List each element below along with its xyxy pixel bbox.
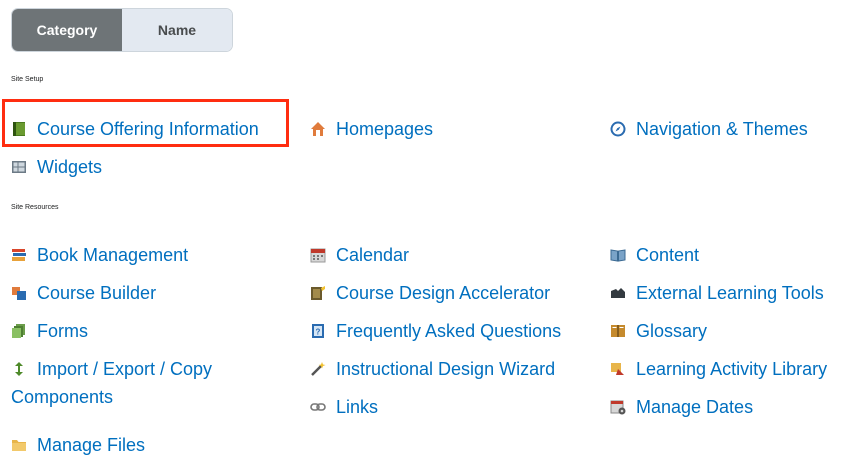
tool-label: Course Builder <box>37 283 157 303</box>
tool-label: Manage Dates <box>636 397 754 417</box>
tool-label: Glossary <box>636 321 708 341</box>
puzzle-icon <box>610 279 626 307</box>
tool-book-management[interactable]: Book Management <box>11 241 188 269</box>
tool-instructional-design-wizard[interactable]: Instructional Design Wizard <box>310 355 555 383</box>
widget-grid-icon <box>11 153 27 181</box>
tool-label: Frequently Asked Questions <box>336 321 562 341</box>
tool-external-learning-tools[interactable]: External Learning Tools <box>610 279 824 307</box>
tool-label: Book Management <box>37 245 189 265</box>
tool-homepages[interactable]: Homepages <box>310 115 433 143</box>
import-export-icon <box>11 355 27 383</box>
tool-label: Course Design Accelerator <box>336 283 551 303</box>
tool-label: Navigation & Themes <box>636 119 808 139</box>
tool-import-export-copy-components-line2[interactable]: Components <box>11 383 113 411</box>
tool-label: Forms <box>37 321 88 341</box>
tool-label: Widgets <box>37 157 103 177</box>
tool-manage-dates[interactable]: Manage Dates <box>610 393 753 421</box>
library-icon <box>610 355 626 383</box>
svg-text:?: ? <box>316 328 321 337</box>
section-title-site-setup: Site Setup <box>11 76 44 83</box>
tool-frequently-asked-questions[interactable]: ? Frequently Asked Questions <box>310 317 561 345</box>
house-icon <box>310 115 326 143</box>
section-title-site-resources: Site Resources <box>11 204 59 211</box>
tool-label: Learning Activity Library <box>636 359 828 379</box>
manage-dates-icon <box>610 393 626 421</box>
tool-label: Homepages <box>336 119 434 139</box>
tool-learning-activity-library[interactable]: Learning Activity Library <box>610 355 827 383</box>
tool-label: External Learning Tools <box>636 283 824 303</box>
tool-course-builder[interactable]: Course Builder <box>11 279 156 307</box>
faq-icon: ? <box>310 317 326 345</box>
tool-content[interactable]: Content <box>610 241 699 269</box>
glossary-icon <box>610 317 626 345</box>
tool-label: Calendar <box>336 245 410 265</box>
view-toggle: Category Name <box>11 8 233 52</box>
cubes-icon <box>11 279 27 307</box>
category-toggle-button[interactable]: Category <box>12 9 122 51</box>
tool-course-design-accelerator[interactable]: Course Design Accelerator <box>310 279 550 307</box>
tool-navigation-themes[interactable]: Navigation & Themes <box>610 115 808 143</box>
name-toggle-button[interactable]: Name <box>122 9 232 51</box>
compass-icon <box>610 115 626 143</box>
forms-icon <box>11 317 27 345</box>
tool-label: Links <box>336 397 379 417</box>
tool-course-offering-information[interactable]: Course Offering Information <box>11 115 259 143</box>
magic-wand-icon <box>310 355 326 383</box>
notebook-pencil-icon <box>310 279 326 307</box>
tool-import-export-copy-components[interactable]: Import / Export / Copy <box>11 355 212 383</box>
green-book-icon <box>11 115 27 143</box>
calendar-icon <box>310 241 326 269</box>
open-book-icon <box>610 241 626 269</box>
books-icon <box>11 241 27 269</box>
tool-links[interactable]: Links <box>310 393 378 421</box>
tool-label: Components <box>11 387 114 407</box>
tool-label: Import / Export / Copy <box>37 359 213 379</box>
tool-label: Course Offering Information <box>37 119 259 139</box>
link-icon <box>310 393 326 421</box>
tool-widgets[interactable]: Widgets <box>11 153 102 181</box>
tool-calendar[interactable]: Calendar <box>310 241 409 269</box>
tool-label: Content <box>636 245 700 265</box>
tool-forms[interactable]: Forms <box>11 317 88 345</box>
tool-label: Instructional Design Wizard <box>336 359 556 379</box>
tool-glossary[interactable]: Glossary <box>610 317 707 345</box>
